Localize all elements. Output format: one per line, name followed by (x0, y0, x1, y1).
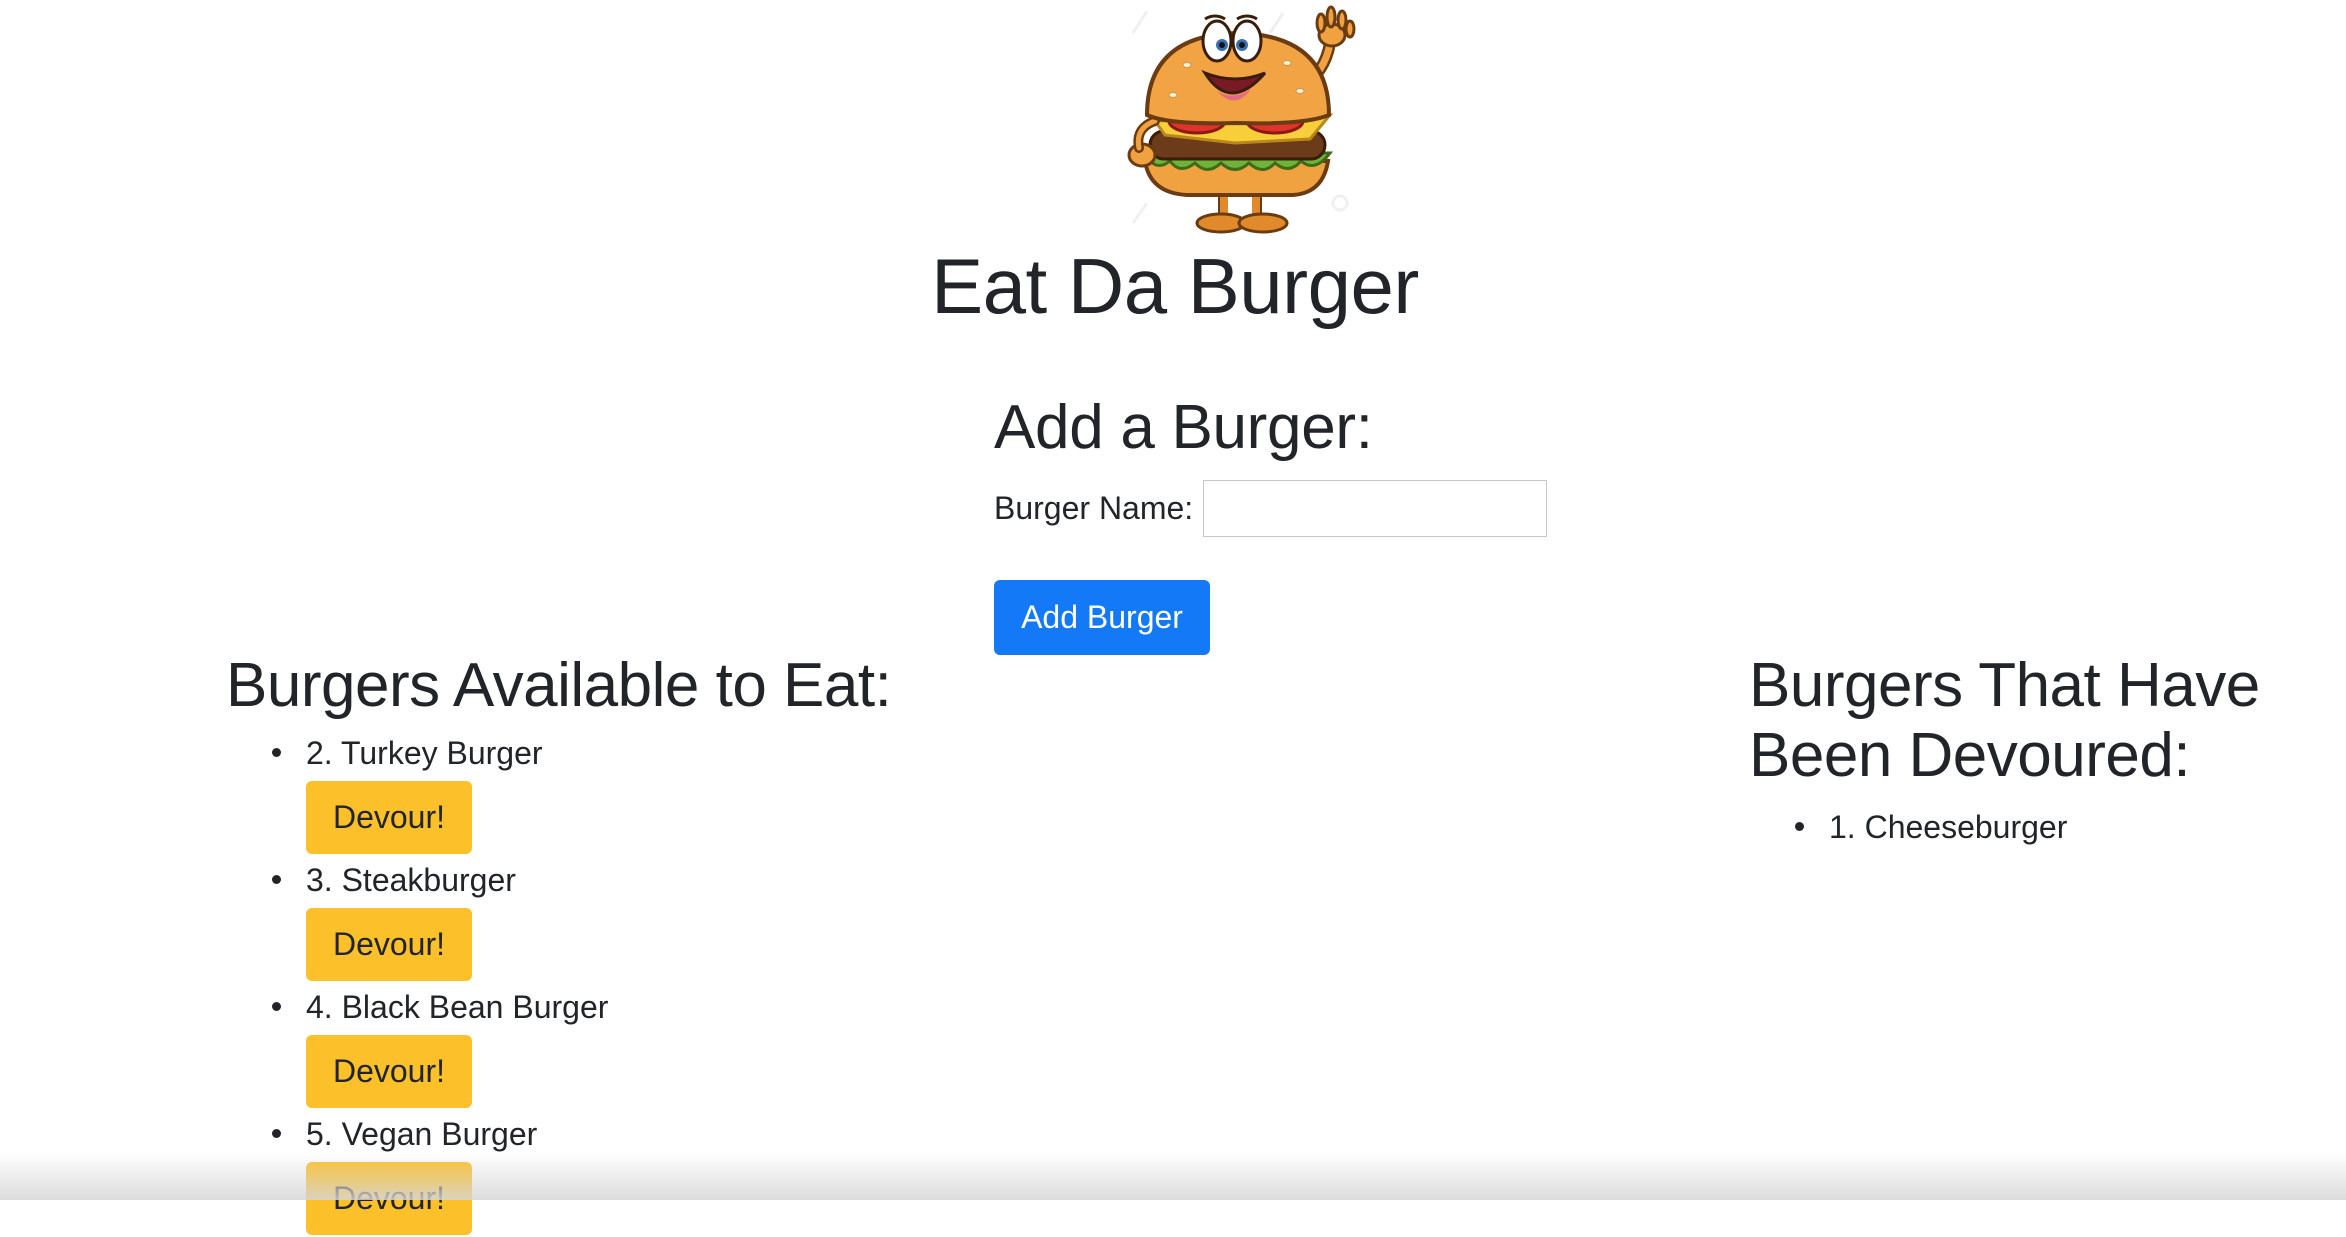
bullet-icon (272, 875, 281, 884)
add-burger-form: Add a Burger: Burger Name: Add Burger (994, 385, 1694, 655)
list-item: 4. Black Bean Burger Devour! (226, 983, 1026, 1108)
devoured-burgers-heading: Burgers That Have Been Devoured: (1749, 651, 2260, 790)
devour-button[interactable]: Devour! (306, 781, 472, 854)
list-item: 1. Cheeseburger (1749, 803, 2309, 851)
page-title: Eat Da Burger (931, 242, 1419, 330)
burger-name-input[interactable] (1203, 479, 1548, 537)
devour-button[interactable]: Devour! (306, 1035, 472, 1108)
list-item: 2. Turkey Burger Devour! (226, 729, 1026, 854)
add-burger-button[interactable]: Add Burger (994, 580, 1210, 655)
devoured-burgers-section: Burgers That Have Been Devoured: 1. Chee… (1749, 651, 2309, 851)
burger-mascot-logo (1125, 3, 1362, 235)
list-item: 5. Vegan Burger Devour! (226, 1110, 1026, 1235)
available-burgers-list: 2. Turkey Burger Devour! 3. Steakburger … (226, 729, 1026, 1235)
burger-name: 2. Turkey Burger (306, 735, 543, 771)
devour-button[interactable]: Devour! (306, 908, 472, 981)
available-burgers-section: Burgers Available to Eat: 2. Turkey Burg… (226, 651, 1026, 1237)
devour-button[interactable]: Devour! (306, 1162, 472, 1235)
waving-burger-mascot-icon (1127, 5, 1356, 234)
burger-name: 5. Vegan Burger (306, 1116, 538, 1152)
burger-name-label: Burger Name: (994, 489, 1194, 526)
devoured-burgers-list: 1. Cheeseburger (1749, 803, 2309, 851)
bullet-icon (1795, 822, 1804, 831)
burger-name: 4. Black Bean Burger (306, 989, 609, 1025)
bullet-icon (272, 1129, 281, 1138)
burger-name: 1. Cheeseburger (1829, 809, 2068, 845)
available-burgers-heading: Burgers Available to Eat: (226, 651, 892, 720)
burger-name-row: Burger Name: (994, 479, 1694, 537)
bullet-icon (272, 748, 281, 757)
add-burger-heading: Add a Burger: (994, 393, 1373, 462)
list-item: 3. Steakburger Devour! (226, 856, 1026, 981)
burger-name: 3. Steakburger (306, 862, 516, 898)
bullet-icon (272, 1002, 281, 1011)
